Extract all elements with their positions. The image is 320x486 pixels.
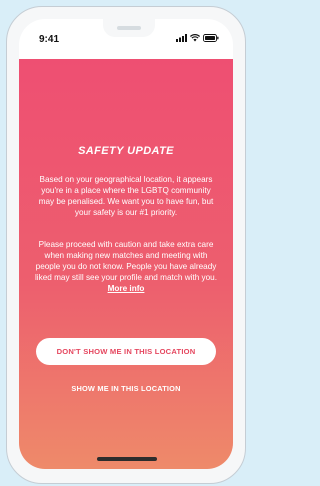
signal-icon [176, 34, 187, 42]
wifi-icon [190, 34, 200, 42]
safety-message-location: Based on your geographical location, it … [38, 175, 214, 217]
safety-panel: SAFETY UPDATE Based on your geographical… [19, 59, 233, 469]
status-time: 9:41 [39, 34, 60, 45]
more-info-link[interactable]: More info [108, 284, 145, 293]
phone-screen: 9:41 SAFETY UPDATE Based on your geograp… [19, 19, 233, 469]
home-indicator [97, 457, 157, 461]
speaker-slot [117, 26, 141, 30]
page-title: SAFETY UPDATE [78, 145, 174, 157]
safety-message-caution: Please proceed with caution and take ext… [33, 239, 219, 294]
phone-notch [103, 19, 155, 37]
show-me-button[interactable]: SHOW ME IN THIS LOCATION [36, 381, 216, 395]
status-icons [176, 34, 219, 42]
dont-show-me-button[interactable]: DON'T SHOW ME IN THIS LOCATION [36, 338, 216, 365]
safety-message-caution-text: Please proceed with caution and take ext… [34, 240, 218, 282]
battery-icon [203, 34, 219, 42]
phone-frame: 9:41 SAFETY UPDATE Based on your geograp… [6, 6, 246, 484]
